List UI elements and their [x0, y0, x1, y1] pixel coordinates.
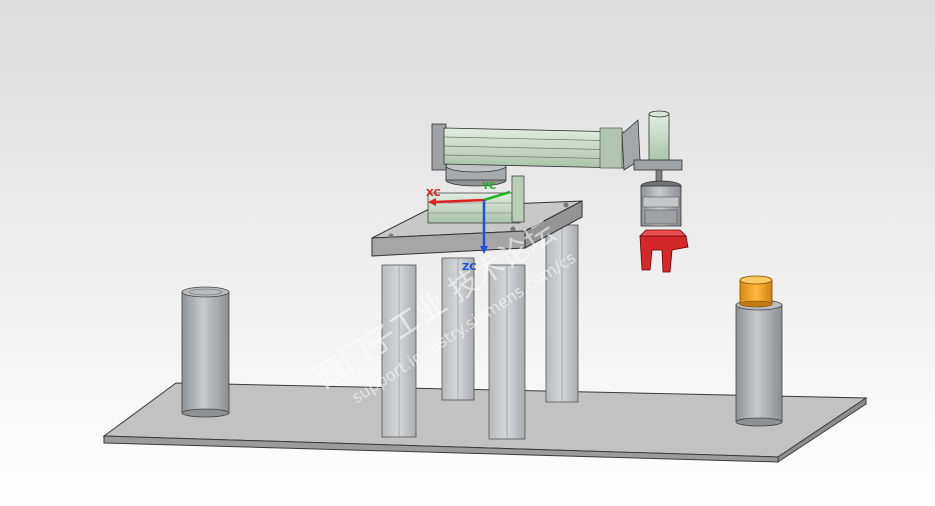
right-cylinder-post[interactable]: [735, 299, 783, 427]
cad-3d-viewport[interactable]: XC YC ZC 西门子工业 技术论坛 support.industry.sie…: [0, 0, 935, 506]
left-cylinder-post[interactable]: [181, 286, 230, 418]
cad-scene[interactable]: XC YC ZC 西门子工业 技术论坛 support.industry.sie…: [0, 0, 935, 506]
orange-workpiece[interactable]: [739, 275, 773, 308]
triad-x-label: XC: [426, 188, 441, 199]
gripper-head[interactable]: [640, 180, 682, 227]
triad-y-label: YC: [481, 181, 496, 192]
